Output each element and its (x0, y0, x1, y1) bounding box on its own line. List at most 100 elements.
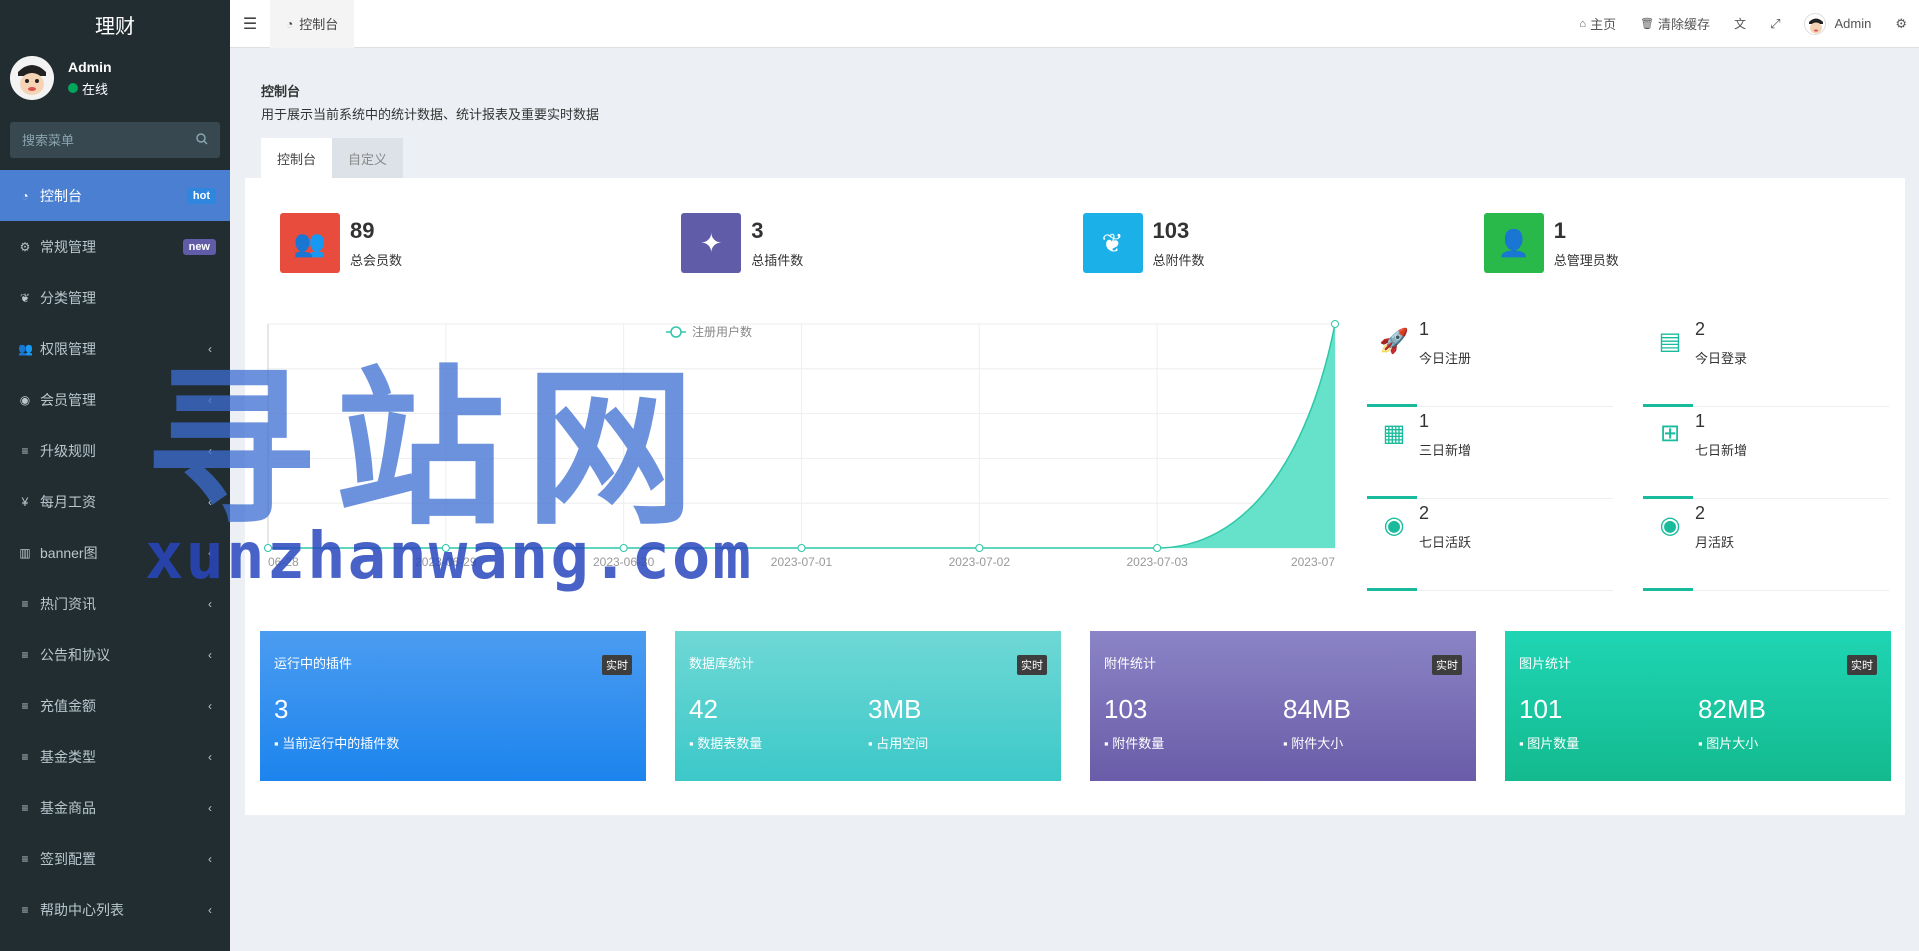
card-sub-label: 图片数量 (1527, 736, 1580, 751)
chart-point (441, 544, 450, 552)
stat-card: 👥 89 总会员数 (280, 213, 681, 273)
chart-x-tick-label: 2023-06-29 (415, 555, 477, 569)
card-sub-icon: ▪ (1104, 736, 1113, 751)
tab-dashboard-label: 控制台 (299, 17, 339, 32)
app-logo[interactable]: 理财 (0, 0, 230, 48)
tab-console[interactable]: 控制台 (261, 138, 333, 178)
menu-badge: hot (186, 187, 216, 204)
language-icon[interactable]: 文 (1722, 15, 1758, 32)
sidebar-item-11[interactable]: ≡ 基金类型 ‹ (0, 731, 230, 782)
sidebar-item-label: 帮助中心列表 (40, 901, 124, 918)
dashboard-icon: ◔ (286, 16, 294, 31)
sidebar-menu: ◔ 控制台 hot ⚙ 常规管理 new ❦ 分类管理 👥 权限管理 ‹ ◉ 会员管理 ‹ ≡ 升级规则 ‹ ¥ 每… (0, 170, 230, 935)
card-title: 图片统计 (1519, 656, 1572, 671)
card-sub-label: 数据表数量 (697, 736, 763, 751)
sidebar-item-label: 分类管理 (40, 289, 96, 306)
calendar-icon: ▦ (1382, 420, 1406, 447)
mini-stat-label: 七日新增 (1695, 443, 1748, 458)
home-link[interactable]: ⌂ 主页 (1567, 14, 1628, 33)
list-icon: ≡ (21, 596, 29, 611)
mini-stat-value: 1 (1419, 319, 1430, 339)
user-status: 在线 (68, 79, 112, 98)
mini-stat-label: 三日新增 (1419, 443, 1472, 458)
stat-value: 3 (751, 217, 764, 243)
menu-toggle-icon[interactable]: ☰ (230, 14, 270, 34)
tab-dashboard[interactable]: ◔ 控制台 (270, 0, 355, 48)
user-icon: 👤 (1483, 213, 1544, 273)
list-icon: ≡ (21, 902, 29, 917)
chart-x-tick-label: 2023-07-02 (949, 555, 1011, 569)
sidebar-item-label: 公告和协议 (40, 646, 110, 663)
sidebar-item-5[interactable]: ≡ 升级规则 ‹ (0, 425, 230, 476)
chevron-left-icon: ‹ (208, 851, 212, 866)
card-sub-icon: ▪ (1519, 736, 1528, 751)
tab-custom[interactable]: 自定义 (332, 138, 404, 178)
header-user[interactable]: Admin (1792, 12, 1883, 35)
card-title: 运行中的插件 (274, 656, 353, 671)
sidebar-item-label: 热门资讯 (40, 595, 96, 612)
sidebar-item-9[interactable]: ≡ 公告和协议 ‹ (0, 629, 230, 680)
sidebar-item-12[interactable]: ≡ 基金商品 ‹ (0, 782, 230, 833)
cogs-icon: ⚙ (19, 239, 31, 254)
search-input[interactable] (22, 132, 182, 148)
card-sub-icon: ▪ (274, 736, 283, 751)
chart-legend-marker (670, 326, 682, 338)
card-number: 103 (1104, 694, 1148, 724)
user-circle-icon: ◉ (19, 392, 31, 407)
page-title: 控制台 (261, 84, 301, 99)
mini-stat: ◉ 2 月活跃 (1643, 499, 1889, 591)
sidebar-item-label: 基金商品 (40, 799, 96, 816)
list-icon: ≡ (21, 749, 29, 764)
sidebar-item-2[interactable]: ❦ 分类管理 (0, 272, 230, 323)
clear-cache-button[interactable]: 🗑 清除缓存 (1628, 14, 1722, 33)
search-icon[interactable] (196, 132, 208, 148)
chevron-left-icon: ‹ (208, 443, 212, 458)
sidebar-item-0[interactable]: ◔ 控制台 hot (0, 170, 230, 221)
card-number: 82MB (1698, 694, 1766, 724)
settings-cogs-icon[interactable]: ⚙ (1883, 16, 1919, 32)
stat-card: ❦ 103 总附件数 (1082, 213, 1484, 273)
header-avatar (1804, 12, 1827, 35)
list-icon: ≡ (21, 647, 29, 662)
page-header: 控制台 用于展示当前系统中的统计数据、统计报表及重要实时数据 控制台 自定义 (245, 63, 1905, 178)
summary-card: 运行中的插件 实时 3 ▪ 当前运行中的插件数 (260, 631, 646, 781)
sidebar-item-1[interactable]: ⚙ 常规管理 new (0, 221, 230, 272)
card-sub-label: 占用空间 (876, 736, 929, 751)
sidebar-item-4[interactable]: ◉ 会员管理 ‹ (0, 374, 230, 425)
chevron-left-icon: ‹ (208, 800, 212, 815)
card-title: 附件统计 (1104, 656, 1157, 671)
sidebar-item-3[interactable]: 👥 权限管理 ‹ (0, 323, 230, 374)
list-icon: ≡ (21, 800, 29, 815)
mini-stat: ⊞ 1 七日新增 (1643, 407, 1889, 499)
mini-stat-underline (1643, 588, 1693, 591)
summary-card: 图片统计 实时 101 ▪ 图片数量 82MB ▪ 图片大小 (1505, 631, 1891, 781)
fullscreen-icon[interactable]: ⤢ (1758, 16, 1792, 32)
sidebar-item-14[interactable]: ≡ 帮助中心列表 ‹ (0, 884, 230, 935)
mini-stat: ◉ 2 七日活跃 (1367, 499, 1613, 591)
clear-cache-label: 清除缓存 (1658, 17, 1711, 32)
sidebar-item-7[interactable]: ▥ banner图 ‹ (0, 527, 230, 578)
avatar (10, 56, 54, 100)
sidebar-item-label: 基金类型 (40, 748, 96, 765)
card-sub-icon: ▪ (1283, 736, 1292, 751)
sidebar-item-10[interactable]: ≡ 充值金额 ‹ (0, 680, 230, 731)
stat-card: 👤 1 总管理员数 (1483, 213, 1885, 273)
realtime-badge: 实时 (1847, 655, 1877, 675)
dashboard-icon: ◔ (21, 188, 29, 203)
users-icon: 👥 (280, 213, 340, 273)
mini-stat-value: 1 (1419, 411, 1430, 431)
mini-stat-underline (1367, 588, 1417, 591)
register-chart: 06-28 2023-06-29 2023-06-30 2023-07-01 2023-… (260, 318, 1340, 618)
sidebar-item-13[interactable]: ≡ 签到配置 ‹ (0, 833, 230, 884)
mini-stat-value: 1 (1695, 411, 1706, 431)
chevron-left-icon: ‹ (208, 392, 212, 407)
chevron-left-icon: ‹ (208, 902, 212, 917)
columns-icon: ▥ (19, 545, 31, 560)
sidebar-item-label: banner图 (40, 544, 98, 561)
sidebar-item-6[interactable]: ¥ 每月工资 ‹ (0, 476, 230, 527)
mini-stat-value: 2 (1695, 319, 1706, 339)
stat-label: 总会员数 (350, 252, 403, 268)
card-number: 3MB (868, 694, 922, 724)
sidebar-item-8[interactable]: ≡ 热门资讯 ‹ (0, 578, 230, 629)
mini-stat-label: 今日登录 (1695, 351, 1748, 366)
